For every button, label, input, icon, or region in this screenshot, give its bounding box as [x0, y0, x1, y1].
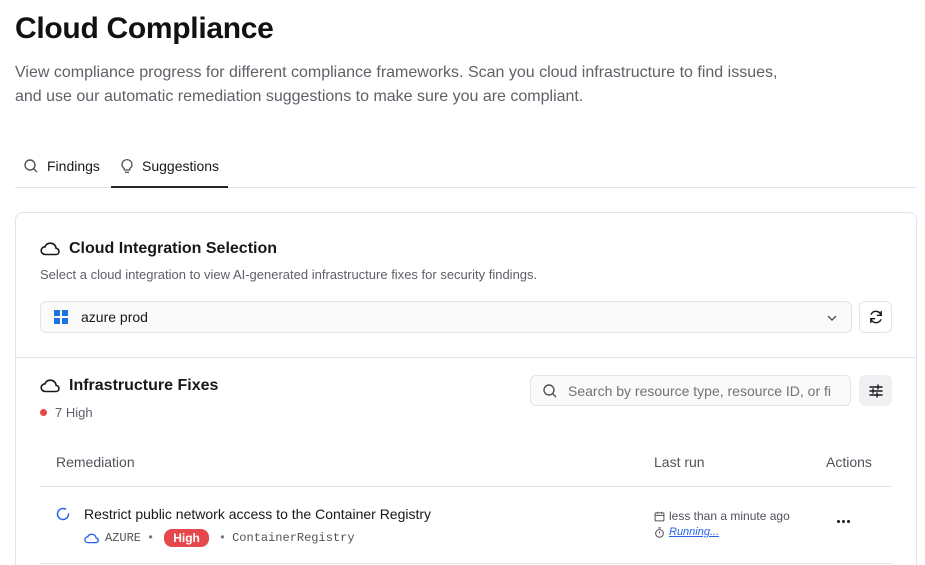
severity-badge: High: [164, 529, 209, 547]
section-divider: [16, 357, 916, 358]
page-description: View compliance progress for different c…: [15, 64, 778, 105]
filter-button[interactable]: [859, 375, 892, 406]
search-input[interactable]: [568, 382, 838, 399]
integration-select[interactable]: azure prod: [40, 301, 852, 333]
tab-bar: Findings Suggestions: [15, 145, 917, 188]
column-actions: Actions: [826, 454, 872, 470]
integration-heading: Cloud Integration Selection: [40, 240, 277, 258]
refresh-icon: [869, 310, 882, 324]
provider-label: AZURE: [105, 531, 142, 545]
column-last-run: Last run: [654, 454, 705, 470]
tab-findings[interactable]: Findings: [23, 145, 100, 187]
tab-suggestions[interactable]: Suggestions: [111, 145, 229, 188]
resource-type: ContainerRegistry: [232, 531, 355, 545]
tab-findings-label: Findings: [47, 158, 100, 174]
cloud-icon: [84, 532, 99, 543]
fixes-heading: Infrastructure Fixes: [40, 377, 218, 395]
cloud-icon: [40, 379, 60, 393]
timer-icon: [655, 526, 664, 538]
calendar-icon: [654, 511, 665, 521]
refresh-button[interactable]: [859, 301, 892, 333]
separator-dot: •: [147, 531, 155, 545]
fixes-title: Infrastructure Fixes: [69, 377, 219, 394]
run-status-link[interactable]: Running...: [669, 526, 719, 538]
row-actions-button[interactable]: [832, 511, 854, 531]
tab-suggestions-label: Suggestions: [142, 157, 220, 174]
loading-spinner-icon: [56, 507, 70, 521]
lightbulb-icon: [121, 158, 133, 173]
remediation-meta: AZURE • High • ContainerRegistry: [84, 529, 355, 547]
search-icon: [24, 159, 38, 173]
integration-title: Cloud Integration Selection: [69, 240, 278, 257]
fixes-search: [530, 375, 851, 406]
windows-logo-icon: [54, 310, 68, 324]
sliders-icon: [868, 383, 883, 398]
table-header: Remediation Last run Actions: [40, 440, 892, 487]
table-row[interactable]: Restrict public network access to the Co…: [40, 487, 892, 564]
severity-summary-label: 7 High: [55, 405, 93, 420]
more-dot: [836, 519, 840, 523]
remediation-title: Restrict public network access to the Co…: [84, 506, 432, 522]
cloud-icon: [40, 242, 60, 256]
more-dot: [846, 519, 850, 523]
integration-select-value: azure prod: [81, 309, 148, 325]
severity-summary: 7 High: [40, 405, 93, 420]
integration-description: Select a cloud integration to view AI-ge…: [40, 267, 538, 282]
suggestions-card: Cloud Integration Selection Select a clo…: [15, 212, 917, 565]
severity-high-dot: [40, 409, 47, 416]
last-run-time: less than a minute ago: [669, 509, 790, 523]
separator-dot: •: [218, 531, 227, 545]
last-run-cell: less than a minute ago Running...: [654, 509, 790, 538]
more-dot: [841, 519, 845, 523]
search-icon: [543, 383, 557, 397]
chevron-down-icon: [827, 315, 837, 321]
page-title: Cloud Compliance: [15, 12, 274, 45]
column-remediation: Remediation: [56, 454, 135, 470]
